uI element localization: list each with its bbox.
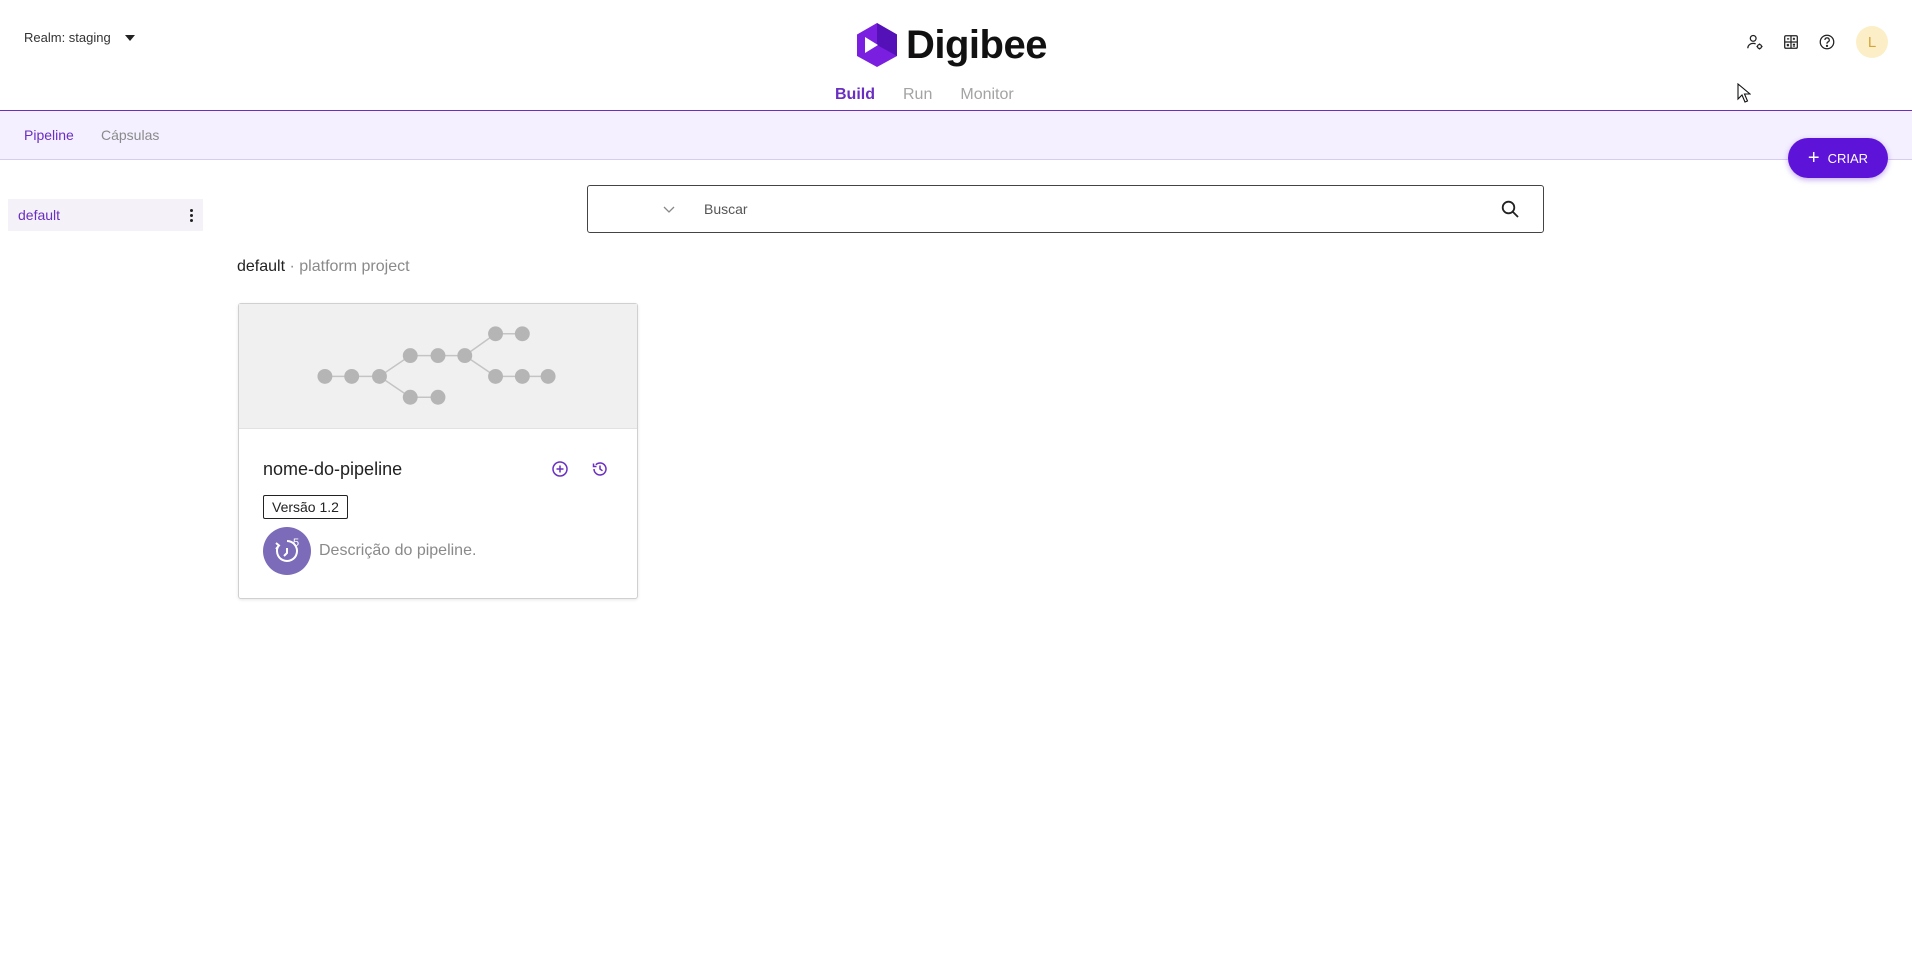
search-filter-select[interactable] bbox=[588, 186, 688, 232]
pipeline-description-row: 5 Descrição do pipeline. bbox=[263, 527, 476, 575]
mouse-cursor-icon bbox=[1737, 83, 1751, 103]
sidebar-project-default[interactable]: default bbox=[8, 199, 203, 231]
search-icon[interactable] bbox=[1477, 186, 1543, 232]
breadcrumb: default · platform project bbox=[237, 258, 410, 276]
kebab-menu-icon[interactable] bbox=[179, 208, 203, 222]
user-avatar[interactable]: L bbox=[1856, 26, 1888, 58]
add-version-icon[interactable] bbox=[547, 456, 573, 482]
breadcrumb-separator: · bbox=[285, 258, 300, 275]
pipeline-graph-icon bbox=[317, 326, 556, 405]
nav-build[interactable]: Build bbox=[835, 86, 875, 104]
clock-badge-icon: 5 bbox=[275, 537, 299, 562]
subnav-pipeline[interactable]: Pipeline bbox=[24, 127, 74, 143]
top-header: Realm: staging Digibee Build Run Monitor bbox=[0, 0, 1912, 111]
main-nav: Build Run Monitor bbox=[835, 86, 1042, 104]
pipeline-description: Descrição do pipeline. bbox=[319, 542, 477, 559]
history-icon[interactable] bbox=[587, 456, 613, 482]
project-label: default bbox=[18, 207, 61, 223]
help-icon[interactable] bbox=[1810, 26, 1844, 58]
calculator-icon[interactable] bbox=[1774, 26, 1808, 58]
pipeline-avatar: 5 bbox=[263, 527, 311, 575]
breadcrumb-description: platform project bbox=[299, 258, 410, 275]
header-actions: L bbox=[1736, 26, 1888, 58]
pipeline-name: nome-do-pipeline bbox=[263, 458, 403, 479]
create-button-label: CRIAR bbox=[1827, 150, 1869, 166]
search-input[interactable] bbox=[688, 186, 1477, 232]
nav-run[interactable]: Run bbox=[903, 86, 932, 104]
brand-name: Digibee bbox=[906, 22, 1047, 67]
pipeline-card-header: nome-do-pipeline bbox=[263, 456, 613, 482]
chevron-down-icon bbox=[663, 206, 675, 213]
nav-monitor[interactable]: Monitor bbox=[960, 86, 1013, 104]
create-button[interactable]: + CRIAR bbox=[1788, 138, 1888, 178]
realm-selector[interactable]: Realm: staging bbox=[24, 30, 135, 45]
plus-icon: + bbox=[1807, 147, 1820, 169]
version-badge: Versão 1.2 bbox=[263, 495, 348, 519]
pipeline-flow-preview bbox=[239, 304, 637, 429]
subnav-capsulas[interactable]: Cápsulas bbox=[101, 127, 159, 143]
sub-nav: Pipeline Cápsulas bbox=[0, 111, 1912, 160]
pipeline-card[interactable]: nome-do-pipeline Versão 1.2 5 Descrição … bbox=[238, 303, 638, 599]
logo-hexagon-icon bbox=[857, 23, 897, 67]
user-cog-icon[interactable] bbox=[1738, 26, 1772, 58]
breadcrumb-project: default bbox=[237, 258, 286, 275]
avatar-badge-number: 5 bbox=[293, 537, 299, 549]
digibee-logo[interactable]: Digibee bbox=[856, 22, 1047, 68]
search-bar bbox=[587, 185, 1544, 233]
realm-label: Realm: staging bbox=[24, 30, 111, 45]
caret-down-icon bbox=[124, 34, 135, 41]
